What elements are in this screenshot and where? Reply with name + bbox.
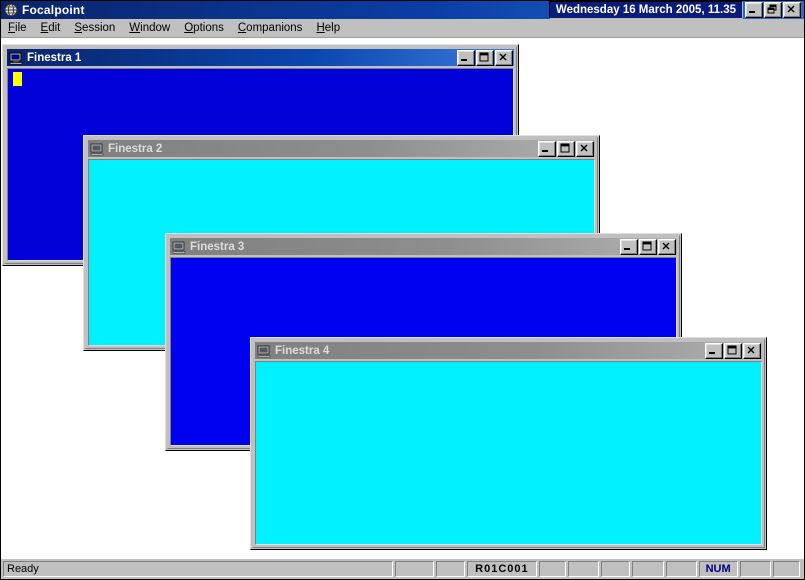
status-panel-10: [739, 561, 771, 577]
child-window-4-client: [255, 361, 762, 545]
close-icon[interactable]: [783, 2, 801, 18]
maximize-icon[interactable]: [639, 238, 657, 255]
child-window-4-title-bar[interactable]: Finestra 4: [255, 342, 762, 359]
status-panel-11: [772, 561, 800, 577]
status-panel-7: [632, 561, 664, 577]
menu-item-session-label: ession: [82, 22, 116, 34]
menu-item-companions[interactable]: Companions: [231, 20, 310, 36]
minimize-icon[interactable]: [620, 238, 638, 255]
child-window-2-controls: [537, 140, 594, 157]
menu-item-session[interactable]: Session: [67, 20, 122, 36]
terminal-session-icon: [9, 51, 23, 65]
minimize-icon[interactable]: [457, 49, 475, 66]
maximize-icon[interactable]: [724, 342, 742, 359]
child-window-3-title: Finestra 3: [190, 240, 245, 253]
maximize-icon[interactable]: [557, 140, 575, 157]
minimize-icon[interactable]: [745, 2, 763, 18]
main-title-bar: Focalpoint Wednesday 16 March 2005, 11.3…: [1, 1, 804, 19]
minimize-icon[interactable]: [538, 140, 556, 157]
terminal-session-icon: [90, 142, 104, 156]
child-window-3-title-bar[interactable]: Finestra 3: [170, 238, 677, 255]
child-window-4-title: Finestra 4: [275, 344, 330, 357]
child-window-3-controls: [619, 238, 676, 255]
terminal-cursor: [13, 72, 22, 86]
menu-item-options[interactable]: Options: [177, 20, 231, 36]
maximize-icon[interactable]: [476, 49, 494, 66]
close-icon[interactable]: [576, 140, 594, 157]
child-window-4-controls: [704, 342, 761, 359]
close-icon[interactable]: [743, 342, 761, 359]
menu-item-options-hotkey: O: [184, 22, 194, 34]
menu-item-companions-label: ompanions: [246, 22, 303, 34]
child-window-4-frame: Finestra 4: [252, 339, 765, 548]
close-icon[interactable]: [658, 238, 676, 255]
status-panel-2: [435, 561, 466, 577]
application-window: Focalpoint Wednesday 16 March 2005, 11.3…: [0, 0, 805, 580]
terminal-screen-4[interactable]: [256, 362, 761, 544]
num-lock-panel: NUM: [698, 561, 738, 577]
status-panel-5: [568, 561, 600, 577]
menu-bar: File Edit Session Window Options Compani…: [1, 19, 804, 38]
terminal-session-icon: [172, 240, 186, 254]
child-window-2-title: Finestra 2: [108, 142, 163, 155]
menu-item-window[interactable]: Window: [122, 20, 177, 36]
menu-item-file-hotkey: F: [8, 22, 16, 34]
date-time-panel: Wednesday 16 March 2005, 11.35: [548, 1, 743, 19]
child-window-finestra-4[interactable]: Finestra 4: [250, 337, 767, 550]
terminal-session-icon: [257, 344, 271, 358]
menu-item-edit-label: dit: [48, 22, 61, 34]
status-panel-8: [665, 561, 697, 577]
cursor-position-panel: R01C001: [467, 561, 537, 577]
menu-item-help[interactable]: Help: [309, 20, 347, 36]
menu-item-companions-hotkey: C: [237, 22, 247, 34]
menu-item-window-hotkey: W: [129, 22, 141, 34]
status-bar: Ready R01C001 NUM: [1, 558, 804, 579]
date-time-text: Wednesday 16 March 2005, 11.35: [555, 4, 736, 16]
menu-item-file-label: ile: [15, 22, 27, 34]
status-message-panel: Ready: [3, 561, 393, 577]
main-window-controls: [745, 2, 801, 18]
app-globe-icon: [4, 3, 18, 17]
cursor-position-text: R01C001: [475, 563, 529, 575]
menu-item-edit[interactable]: Edit: [34, 20, 68, 36]
close-icon[interactable]: [495, 49, 513, 66]
menu-item-session-hotkey: S: [74, 22, 83, 34]
menu-item-window-label: indow: [140, 22, 171, 34]
minimize-icon[interactable]: [705, 342, 723, 359]
mdi-client-area: Finestra 1 Finestra 2 Finestra 3 Finestr…: [1, 39, 804, 552]
status-panel-6: [601, 561, 631, 577]
menu-item-help-hotkey: H: [316, 22, 325, 34]
restore-icon[interactable]: [764, 2, 782, 18]
status-panel-1: [394, 561, 434, 577]
status-panel-4: [538, 561, 567, 577]
child-window-2-title-bar[interactable]: Finestra 2: [88, 140, 595, 157]
menu-item-help-label: elp: [324, 22, 341, 34]
child-window-1-title-bar[interactable]: Finestra 1: [7, 49, 514, 66]
app-title: Focalpoint: [22, 3, 85, 17]
menu-item-file[interactable]: File: [1, 20, 34, 36]
num-lock-text: NUM: [705, 563, 731, 575]
child-window-1-title: Finestra 1: [27, 51, 82, 64]
menu-item-options-label: ptions: [193, 22, 224, 34]
child-window-1-controls: [456, 49, 513, 66]
status-message-text: Ready: [7, 563, 39, 575]
